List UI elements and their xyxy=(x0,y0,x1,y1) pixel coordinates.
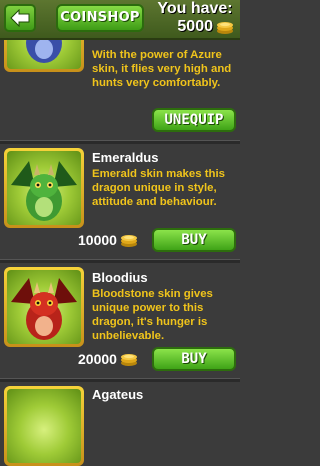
unequip-button[interactable]: UNEQUIP xyxy=(152,108,236,132)
buy-button[interactable]: BUY xyxy=(152,347,236,371)
dragon-thumbnail-emeraldus xyxy=(4,148,84,228)
dragon-thumbnail-agateus xyxy=(4,386,84,466)
item-divider xyxy=(0,378,240,382)
item-description: Bloodstone skin gives unique power to th… xyxy=(92,288,213,342)
item-name: Bloodius xyxy=(92,270,148,285)
coin-stack-icon xyxy=(217,22,233,34)
item-description: With the power of Azure skin, it flies v… xyxy=(92,49,232,89)
coin-balance: 5000 xyxy=(177,18,213,35)
coin-stack-icon xyxy=(120,235,137,247)
item-divider xyxy=(0,140,240,144)
item-price: 10000 xyxy=(78,232,117,248)
red-dragon-icon xyxy=(11,278,77,340)
back-button[interactable] xyxy=(4,4,36,32)
item-divider xyxy=(0,259,240,263)
balance-row: 5000 xyxy=(177,18,234,36)
you-have-label: You have: xyxy=(157,0,233,17)
arrow-left-icon xyxy=(10,9,30,27)
top-bar: COINSHOP You have: 5000 xyxy=(0,0,240,40)
coin-stack-icon xyxy=(120,354,137,366)
dragon-thumbnail-bloodius xyxy=(4,267,84,347)
item-name: Emeraldus xyxy=(92,150,159,165)
coinshop-button[interactable]: COINSHOP xyxy=(56,4,144,32)
buy-button[interactable]: BUY xyxy=(152,228,236,252)
item-price: 20000 xyxy=(78,351,117,367)
green-dragon-icon xyxy=(11,161,77,221)
item-description: Emerald skin makes this dragon unique in… xyxy=(92,168,225,208)
price-row: 10000 xyxy=(78,230,138,250)
price-row: 20000 xyxy=(78,349,138,369)
